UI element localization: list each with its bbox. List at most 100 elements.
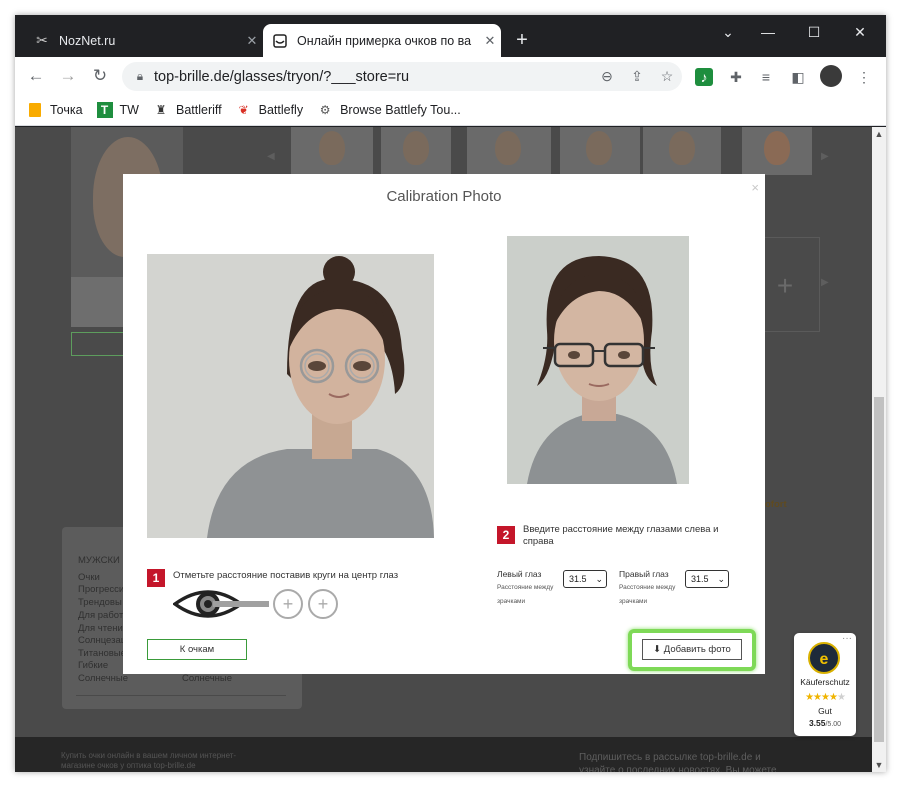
share-icon[interactable]: ⇪ bbox=[622, 68, 652, 85]
right-eye-sublabel: Расстояние между зрачками bbox=[619, 584, 676, 605]
tab-title: NozNet.ru bbox=[59, 33, 116, 48]
media-icon[interactable]: ≡ bbox=[755, 66, 777, 88]
left-eye-label-text: Левый глаз bbox=[497, 569, 542, 579]
menu-icon[interactable]: ⋮ bbox=[853, 66, 875, 88]
bookmark-battlefy[interactable]: ⚙ Browse Battlefy Tou... bbox=[317, 102, 461, 118]
trusted-shops-badge[interactable]: ··· e Käuferschutz ★★★★★ Gut 3.55/5.00 bbox=[794, 633, 856, 736]
to-glasses-button[interactable]: К очкам bbox=[147, 639, 247, 660]
back-icon[interactable]: ← bbox=[23, 63, 49, 89]
close-window-button[interactable]: ✕ bbox=[837, 19, 883, 45]
minimize-button[interactable]: — bbox=[745, 19, 791, 45]
brille-icon bbox=[271, 32, 289, 50]
scroll-down-icon[interactable]: ▼ bbox=[872, 760, 886, 770]
background-thumb bbox=[381, 127, 451, 175]
chevron-down-icon: ⌄ bbox=[595, 574, 603, 584]
background-thumb bbox=[467, 127, 551, 175]
bookmark-label: Browse Battlefy Tou... bbox=[340, 103, 461, 117]
tab-top-brille[interactable]: Онлайн примерка очков по ва ✕ bbox=[263, 24, 501, 57]
right-eye-select[interactable]: 31.5 ⌄ bbox=[685, 570, 729, 588]
puzzle-icon[interactable]: ✚ bbox=[725, 66, 747, 88]
lock-icon[interactable]: 🔒︎ bbox=[126, 69, 154, 84]
sidebar-item: Для работ bbox=[78, 610, 124, 621]
left-eye-sublabel: Расстояние между зрачками bbox=[497, 584, 554, 605]
browser-toolbar: ← → ↻ 🔒︎ top-brille.de/glasses/tryon/?__… bbox=[15, 57, 886, 95]
step1-text: Отметьте расстояние поставив круги на це… bbox=[173, 570, 399, 581]
bookmark-label: Battlefly bbox=[258, 103, 304, 117]
close-tab-icon[interactable]: ✕ bbox=[479, 33, 501, 49]
sidepanel-icon[interactable]: ◧ bbox=[787, 66, 809, 88]
bookmark-battleriff[interactable]: ♜ Battleriff bbox=[153, 102, 222, 118]
tab-title: Онлайн примерка очков по ва bbox=[297, 33, 472, 48]
next-arrow-icon[interactable]: ▶ bbox=[821, 277, 829, 288]
star-icon[interactable]: ☆ bbox=[652, 68, 682, 85]
bookmark-label: Battleriff bbox=[175, 103, 222, 117]
close-icon[interactable]: × bbox=[751, 180, 759, 195]
bookmark-tw[interactable]: T TW bbox=[96, 102, 139, 118]
reload-icon[interactable]: ↻ bbox=[87, 63, 113, 89]
add-photo-label: Добавить фото bbox=[663, 644, 731, 655]
page-scrollbar[interactable]: ▲ ▼ bbox=[872, 127, 886, 772]
left-eye-value: 31.5 bbox=[569, 574, 587, 584]
modal-title: Calibration Photo bbox=[386, 188, 502, 205]
svg-text:+: + bbox=[283, 594, 294, 614]
tab-strip: ✂ NozNet.ru ✕ Онлайн примерка очков по в… bbox=[15, 15, 886, 57]
url-text[interactable]: top-brille.de/glasses/tryon/?___store=ru bbox=[154, 69, 592, 85]
sidebar-item: Гибкие bbox=[78, 660, 109, 671]
rating-text: Gut bbox=[818, 706, 832, 716]
score-max: /5.00 bbox=[825, 721, 842, 728]
maximize-button[interactable]: ☐ bbox=[791, 19, 837, 45]
address-bar[interactable]: 🔒︎ top-brille.de/glasses/tryon/?___store… bbox=[122, 62, 682, 91]
bookmark-label: Точка bbox=[50, 103, 83, 117]
bookmark-tochka[interactable]: Точка bbox=[27, 102, 83, 118]
calibration-photo[interactable] bbox=[147, 254, 434, 538]
add-photo-highlight: ⬇ Добавить фото bbox=[628, 629, 756, 671]
sidebar-item: Титановые bbox=[78, 648, 126, 659]
background-thumb bbox=[291, 127, 373, 175]
avatar[interactable] bbox=[820, 65, 842, 87]
right-eye-label: Правый глаз Расстояние между зрачками bbox=[619, 568, 683, 608]
tab-noznet[interactable]: ✂ NozNet.ru ✕ bbox=[25, 24, 263, 57]
step2-text: Введите расстояние между глазами слева и… bbox=[523, 524, 719, 547]
forward-icon[interactable]: → bbox=[55, 63, 81, 89]
sidebar-item: Трендовы bbox=[78, 597, 122, 608]
prev-arrow-icon[interactable]: ◀ bbox=[267, 151, 275, 162]
add-photo-button[interactable]: ⬇ Добавить фото bbox=[642, 639, 742, 660]
scrollbar-thumb[interactable] bbox=[874, 397, 884, 742]
sample-photo-with-glasses bbox=[507, 236, 689, 484]
eye-instruction-graphic: + + bbox=[172, 584, 345, 629]
footer-right-text: Подпишитесь в рассылке top-brille.de и у… bbox=[579, 752, 777, 772]
background-brand-text: ofort bbox=[765, 499, 787, 510]
folder-icon bbox=[27, 102, 43, 118]
sidebar-heading: МУЖСКИ bbox=[78, 555, 120, 566]
sidebar-item: Очки bbox=[78, 572, 100, 583]
tw-icon: T bbox=[96, 102, 113, 118]
battleriff-icon: ♜ bbox=[155, 103, 167, 117]
battlefy-icon: ⚙ bbox=[319, 103, 331, 117]
more-icon[interactable]: ··· bbox=[842, 633, 852, 644]
background-thumb bbox=[560, 127, 640, 175]
background-thumb bbox=[742, 127, 812, 175]
bookmark-battlefly[interactable]: ❦ Battlefly bbox=[236, 102, 304, 118]
svg-text:+: + bbox=[318, 594, 329, 614]
zoom-icon[interactable]: ⊖ bbox=[592, 68, 622, 85]
tools-icon: ✂ bbox=[36, 32, 48, 48]
calibration-modal: Calibration Photo × 1 Отметьте расстояни… bbox=[123, 174, 765, 674]
new-tab-button[interactable]: + bbox=[509, 28, 535, 54]
right-eye-label-text: Правый глаз bbox=[619, 569, 669, 579]
rating-stars: ★★★★★ bbox=[805, 692, 846, 703]
bookmarks-bar: Точка T TW ♜ Battleriff ❦ Battlefly ⚙ Br… bbox=[15, 95, 886, 126]
page-viewport: ◀ ▶ + ▶ ofort МУЖСКИ Очки Прогресси Трен… bbox=[15, 127, 872, 772]
sidebar-item: Прогресси bbox=[78, 584, 125, 595]
page-footer: Купить очки онлайн в вашем личном интерн… bbox=[15, 737, 872, 772]
sidebar-item: Солнечные bbox=[182, 673, 233, 684]
score-value: 3.55 bbox=[808, 718, 826, 728]
chevron-down-icon: ⌄ bbox=[717, 574, 725, 584]
music-extension-icon[interactable]: ♪ bbox=[695, 68, 713, 86]
scroll-up-icon[interactable]: ▲ bbox=[872, 129, 886, 139]
background-thumb bbox=[643, 127, 721, 175]
next-arrow-icon[interactable]: ▶ bbox=[821, 151, 829, 162]
download-icon: ⬇ bbox=[653, 644, 664, 655]
close-tab-icon[interactable]: ✕ bbox=[241, 33, 263, 49]
left-eye-label: Левый глаз Расстояние между зрачками bbox=[497, 568, 561, 608]
left-eye-select[interactable]: 31.5 ⌄ bbox=[563, 570, 607, 588]
